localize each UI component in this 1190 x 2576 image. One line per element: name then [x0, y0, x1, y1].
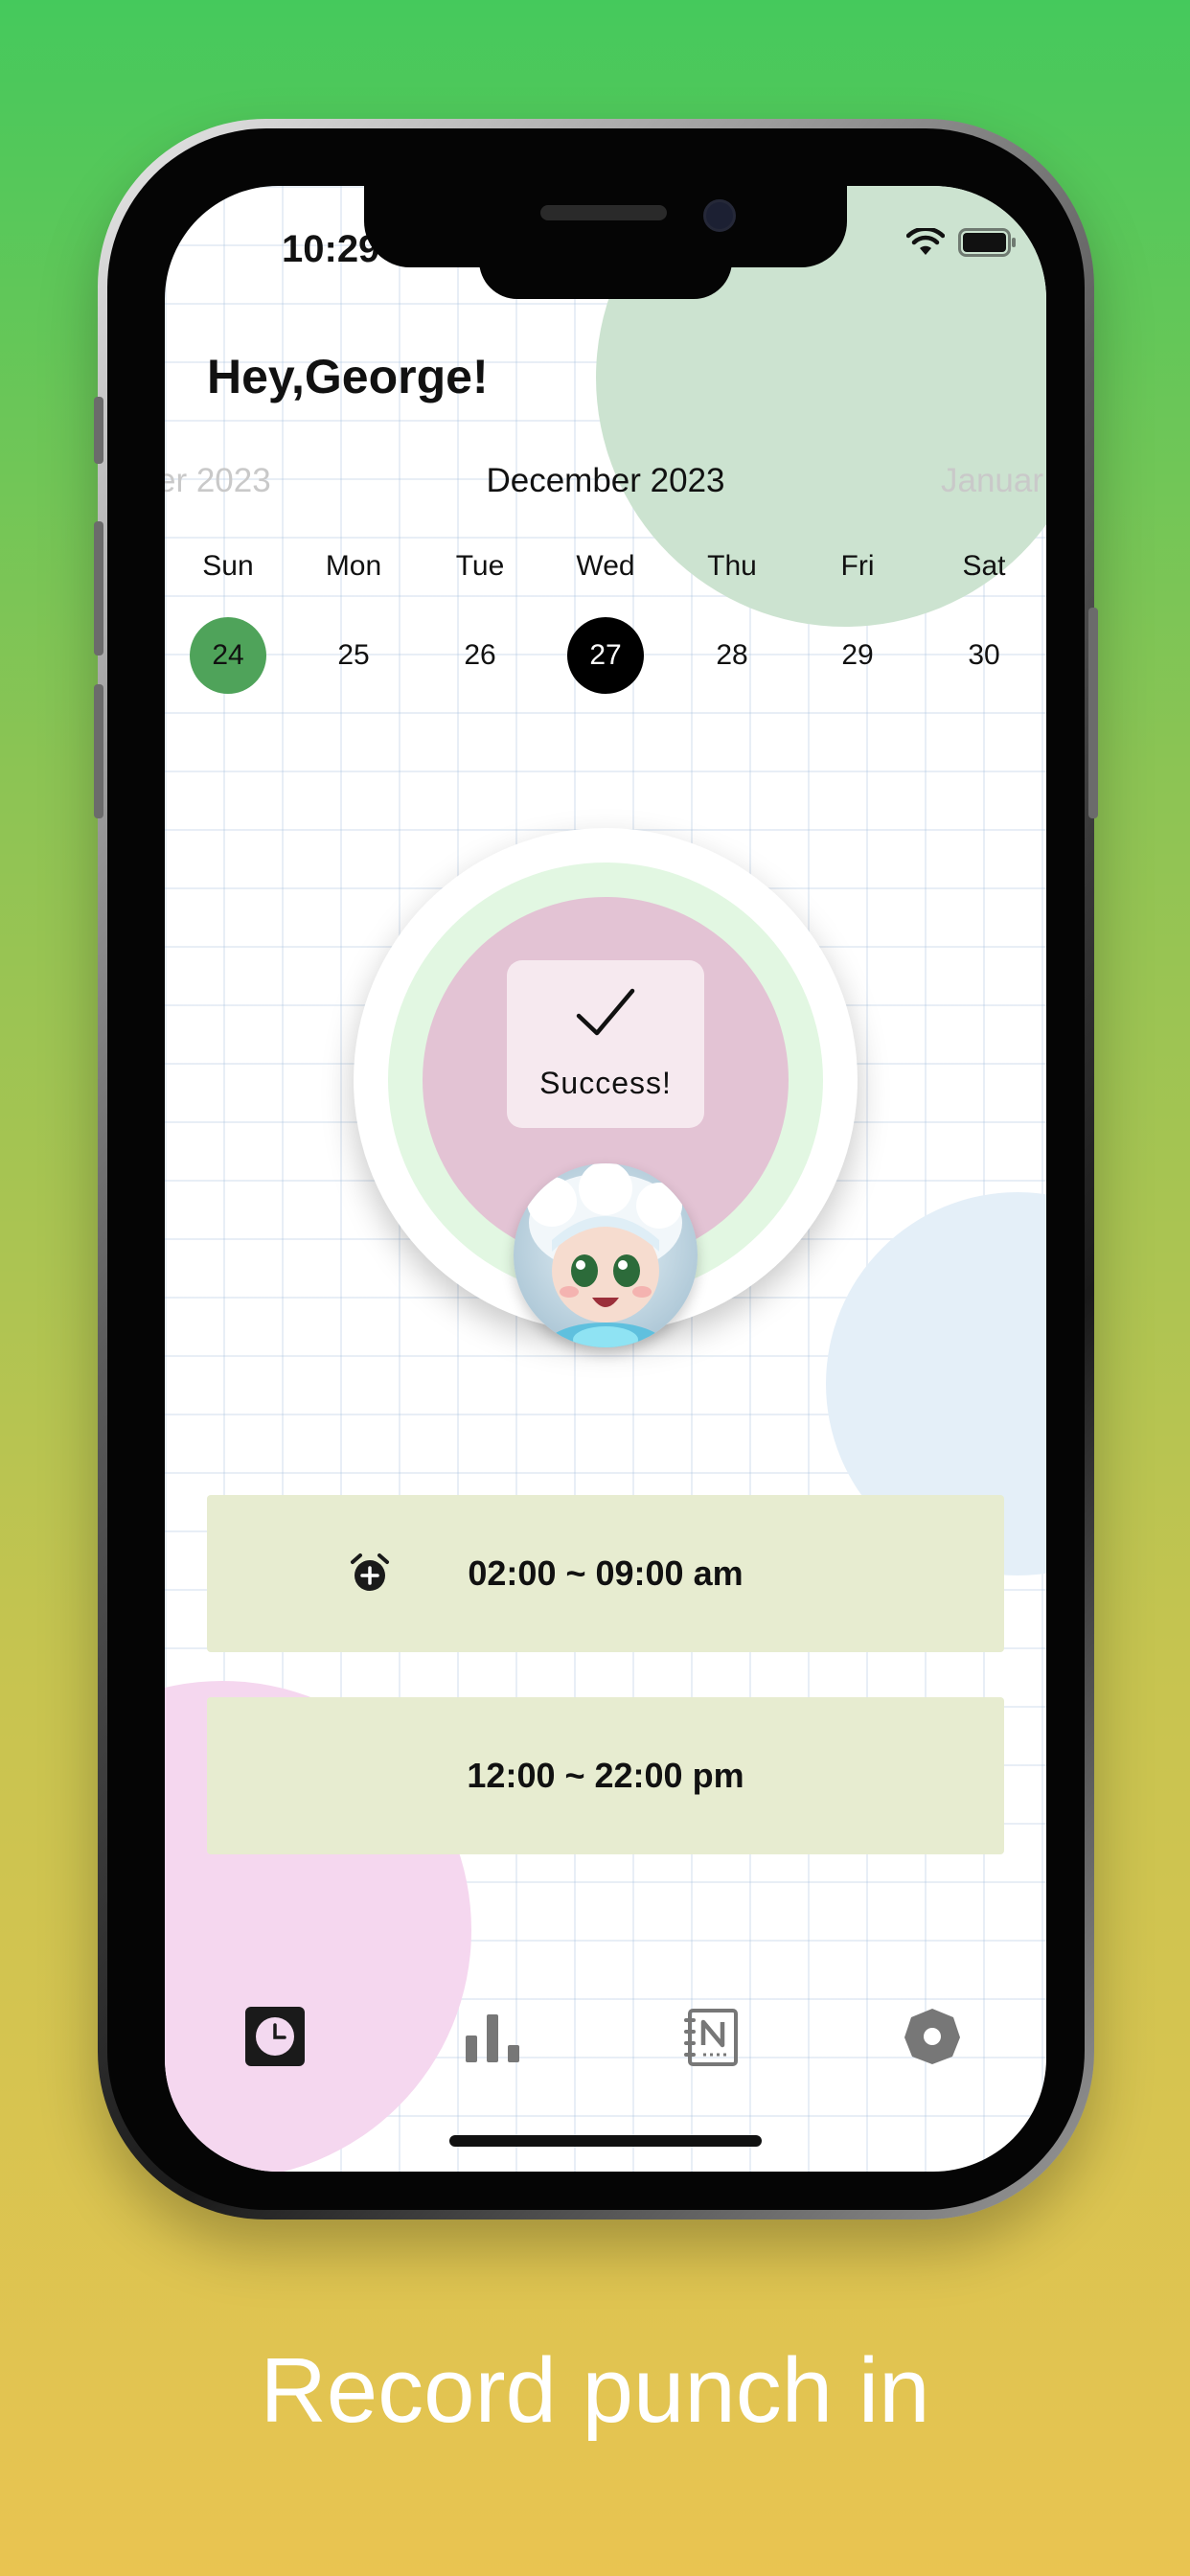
day-wed[interactable]: Wed 27	[562, 550, 649, 694]
notes-tab[interactable]	[682, 2007, 745, 2070]
day-sat[interactable]: Sat 30	[941, 550, 1027, 694]
next-month[interactable]: Januar	[941, 462, 1043, 500]
volume-up-button	[94, 521, 103, 656]
notebook-icon	[684, 2009, 738, 2066]
day-number-completed[interactable]: 24	[190, 617, 266, 694]
home-indicator[interactable]	[449, 2135, 762, 2147]
earpiece-speaker	[540, 205, 667, 220]
time-slot-morning[interactable]: 02:00 ~ 09:00 am	[207, 1495, 1004, 1652]
day-name: Mon	[325, 550, 382, 582]
front-camera	[703, 199, 736, 232]
app-screen: 10:29 Hey,George! er 2023 December 2023 …	[165, 186, 1046, 2172]
clock-tab[interactable]	[245, 2007, 309, 2070]
slot-time: 02:00 ~ 09:00 am	[468, 1553, 744, 1593]
clock-icon	[245, 2007, 305, 2066]
day-name: Tue	[455, 550, 505, 582]
mute-switch	[94, 397, 103, 464]
battery-icon	[958, 228, 1016, 257]
day-number[interactable]: 30	[946, 617, 1022, 694]
day-fri[interactable]: Fri 29	[814, 550, 901, 694]
day-mon[interactable]: Mon 25	[310, 550, 397, 694]
day-number[interactable]: 26	[442, 617, 518, 694]
phone-frame: 10:29 Hey,George! er 2023 December 2023 …	[94, 119, 1098, 2220]
toast-text: Success!	[539, 1066, 672, 1100]
stats-tab[interactable]	[464, 2007, 527, 2070]
power-button	[1088, 608, 1098, 818]
status-icons	[906, 228, 1018, 257]
day-number-today[interactable]: 27	[567, 617, 644, 694]
day-name: Wed	[576, 550, 635, 582]
character-avatar[interactable]	[514, 1163, 698, 1347]
tab-bar	[165, 2007, 1046, 2074]
day-name: Fri	[840, 550, 875, 582]
day-tue[interactable]: Tue 26	[437, 550, 523, 694]
month-switcher: er 2023 December 2023 Januar	[165, 462, 1046, 510]
time-slot-evening[interactable]: 12:00 ~ 22:00 pm	[207, 1697, 1004, 1854]
slot-time: 12:00 ~ 22:00 pm	[467, 1756, 744, 1795]
settings-icon	[904, 2009, 960, 2064]
greeting-title: Hey,George!	[207, 350, 489, 403]
success-toast: Success!	[507, 960, 704, 1128]
day-sun[interactable]: Sun 24	[185, 550, 271, 694]
notch-bump	[479, 243, 732, 299]
day-name: Sat	[962, 550, 1006, 582]
day-name: Sun	[202, 550, 254, 582]
day-number[interactable]: 29	[819, 617, 896, 694]
checkmark-icon	[576, 988, 635, 1036]
day-number[interactable]: 28	[694, 617, 770, 694]
day-thu[interactable]: Thu 28	[689, 550, 775, 694]
bar-chart-icon	[466, 2014, 519, 2062]
status-time: 10:29	[282, 228, 380, 270]
day-name: Thu	[707, 550, 757, 582]
promo-caption: Record punch in	[260, 2339, 930, 2442]
volume-down-button	[94, 684, 103, 818]
settings-tab[interactable]	[903, 2007, 966, 2070]
wifi-icon	[906, 228, 945, 255]
day-number[interactable]: 25	[315, 617, 392, 694]
phone-bezel: 10:29 Hey,George! er 2023 December 2023 …	[107, 128, 1085, 2210]
current-month: December 2023	[486, 462, 725, 499]
